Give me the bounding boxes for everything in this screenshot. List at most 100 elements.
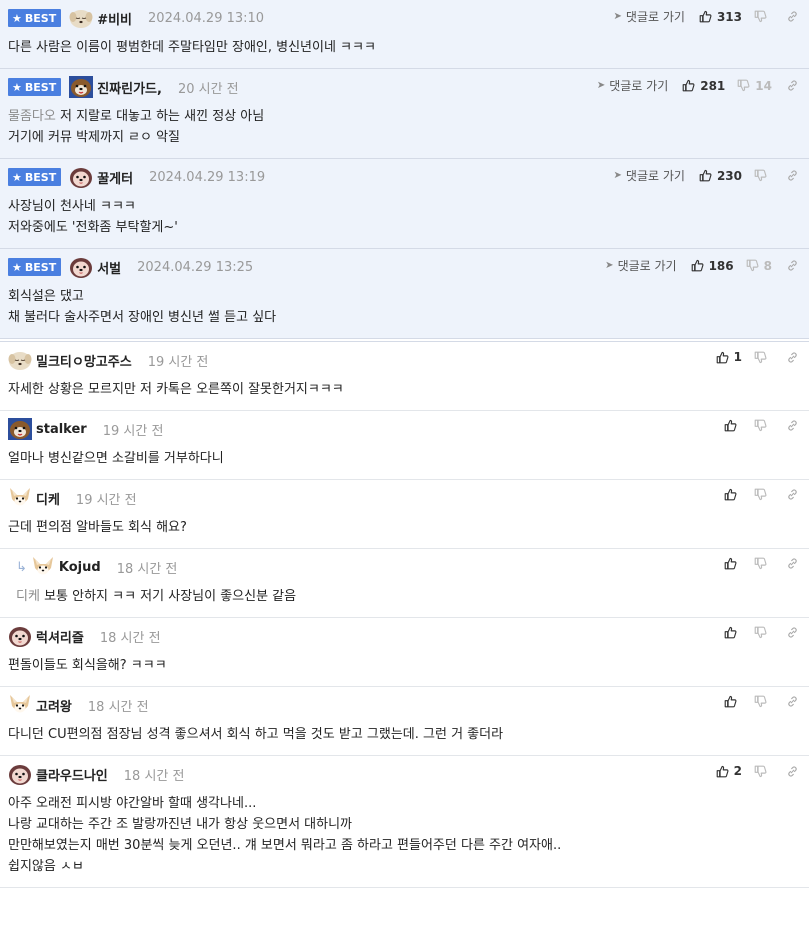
go-to-reply-button[interactable]: ➤ 댓글로 가기 [614,167,685,184]
comment-actions: ➤ 댓글로 가기 313 [614,8,799,25]
avatar-brown-dog-icon[interactable] [69,76,94,98]
copy-link-button[interactable] [786,351,799,364]
nickname[interactable]: stalker [36,422,87,437]
comment-text-line: 거기에 커뮤 박제까지 ㄹㅇ 악질 [8,127,801,148]
dislike-button[interactable] [754,626,772,639]
copy-link-button[interactable] [786,695,799,708]
dislike-button[interactable]: 8 [746,259,772,273]
avatar-fennec-icon[interactable] [8,694,32,716]
dislike-button[interactable] [754,419,772,432]
avatar-sleepy-dog-icon[interactable] [8,349,32,371]
like-button[interactable]: 313 [699,10,742,24]
comment-header: 고려왕 18 시간 전 [8,694,801,716]
copy-link-button[interactable] [786,10,799,23]
avatar-brown-dog-icon[interactable] [8,418,32,440]
dislike-button[interactable] [754,695,772,708]
nickname[interactable]: Kojud [59,560,101,575]
copy-link-button[interactable] [786,79,799,92]
like-button[interactable]: 230 [699,169,742,183]
comment-text-line: 만만해보였는지 매번 30분씩 늦게 오던년.. 걔 보면서 뭐라고 좀 하라고… [8,835,801,856]
timestamp: 2024.04.29 13:25 [137,259,254,275]
link-icon [788,627,797,638]
dislike-button[interactable] [754,351,772,364]
avatar-pink-dog-icon[interactable] [8,625,32,647]
nickname[interactable]: #비비 [97,9,132,28]
navigate-arrow-icon: ➤ [613,11,622,22]
nickname[interactable]: 진짜린가드, [97,78,162,97]
thumbs-down-icon [754,419,767,432]
copy-link-button[interactable] [786,765,799,778]
comment-text-line: 나랑 교대하는 주간 조 발랑까진년 내가 항상 웃으면서 대하니까 [8,814,801,835]
copy-link-button[interactable] [786,169,799,182]
comment-item: ★ BEST #비비 2024.04.29 13:10 ➤ 댓글로 가기 313 다… [0,0,809,69]
like-button[interactable]: 281 [682,79,725,93]
comment-text-line: 아주 오래전 피시방 야간알바 할때 생각나네... [8,793,801,814]
best-badge: ★ BEST [8,78,62,96]
thumbs-down-icon [754,557,767,570]
copy-link-button[interactable] [786,488,799,501]
thumbs-down-icon [754,765,767,777]
copy-link-button[interactable] [786,259,799,272]
dislike-button[interactable] [754,488,772,501]
like-button[interactable]: 186 [691,259,734,273]
avatar-pink-dog-icon[interactable] [69,166,93,188]
nickname[interactable]: 럭셔리즐 [36,627,84,646]
thumbs-up-icon [724,695,737,708]
link-icon [788,11,797,22]
star-icon: ★ [12,11,22,25]
dislike-button[interactable] [754,765,772,778]
comment-body: 다른 사람은 이름이 평범한데 주말타임만 장애인, 병신년이네 ㅋㅋㅋ [8,29,801,68]
avatar-pink-dog-icon[interactable] [8,763,32,785]
comment-text: 거기에 커뮤 박제까지 ㄹㅇ 악질 [8,130,181,145]
comment-item: 고려왕 18 시간 전 다니던 CU편의점 점장님 성격 좋으셔서 회식 하고 … [0,687,809,756]
go-to-reply-label: 댓글로 가기 [617,259,677,273]
nickname[interactable]: 고려왕 [36,696,72,715]
thumbs-up-icon [691,259,704,272]
nickname[interactable]: 디케 [36,489,60,508]
go-to-reply-button[interactable]: ➤ 댓글로 가기 [614,8,685,25]
comment-item: ★ BEST 진짜린가드, 20 시간 전 ➤ 댓글로 가기 281 14 물좀다오… [0,69,809,159]
mention-link[interactable]: 물좀다오 [8,109,56,124]
comment-text: 나랑 교대하는 주간 조 발랑까진년 내가 항상 웃으면서 대하니까 [8,817,353,832]
copy-link-button[interactable] [786,557,799,570]
avatar-fennec-icon[interactable] [31,556,55,578]
dislike-button[interactable]: 14 [737,79,772,93]
comment-actions [724,557,799,570]
like-button[interactable]: 2 [716,764,742,778]
dislike-button[interactable] [754,10,772,23]
like-button[interactable] [724,626,742,639]
dislike-button[interactable] [754,169,772,182]
copy-link-button[interactable] [786,419,799,432]
comment-text-line: 편돌이들도 회식을해? ㅋㅋㅋ [8,655,801,676]
nickname[interactable]: 서벌 [97,258,121,277]
go-to-reply-label: 댓글로 가기 [625,10,685,24]
navigate-arrow-icon: ➤ [613,170,622,181]
avatar-fennec-icon[interactable] [8,487,32,509]
like-button[interactable] [724,419,742,432]
dislike-button[interactable] [754,557,772,570]
nickname[interactable]: 밀크티ㅇ망고주스 [36,351,132,370]
comment-body: 아주 오래전 피시방 야간알바 할때 생각나네... 나랑 교대하는 주간 조 발… [8,785,801,887]
copy-link-button[interactable] [786,626,799,639]
comment-text: 아주 오래전 피시방 야간알바 할때 생각나네... [8,796,257,811]
comment-header: 클라우드나인 18 시간 전 [8,763,801,785]
comment-actions: ➤ 댓글로 가기 230 [614,167,799,184]
comment-text-line: 물좀다오 저 지랄로 대놓고 하는 새낀 정상 아님 [8,106,801,127]
go-to-reply-button[interactable]: ➤ 댓글로 가기 [605,257,676,274]
like-button[interactable]: 1 [716,350,742,364]
like-button[interactable] [724,557,742,570]
comment-body: 물좀다오 저 지랄로 대놓고 하는 새낀 정상 아님거기에 커뮤 박제까지 ㄹㅇ… [8,98,801,158]
nickname[interactable]: 꿀게터 [97,168,133,187]
like-button[interactable] [724,488,742,501]
like-button[interactable] [724,695,742,708]
avatar-pink-dog-icon[interactable] [69,256,93,278]
mention-link[interactable]: 디케 [16,589,40,604]
go-to-reply-button[interactable]: ➤ 댓글로 가기 [597,77,668,94]
comment-header: ↳ Kojud 18 시간 전 [16,556,801,578]
timestamp: 19 시간 전 [102,423,164,439]
nickname[interactable]: 클라우드나인 [36,765,108,784]
link-icon [788,558,797,569]
thumbs-down-icon [754,169,767,182]
avatar-sleepy-dog-icon[interactable] [69,7,93,29]
comment-text-line: 채 불러다 술사주면서 장애인 병신년 썰 듣고 싶다 [8,307,801,328]
